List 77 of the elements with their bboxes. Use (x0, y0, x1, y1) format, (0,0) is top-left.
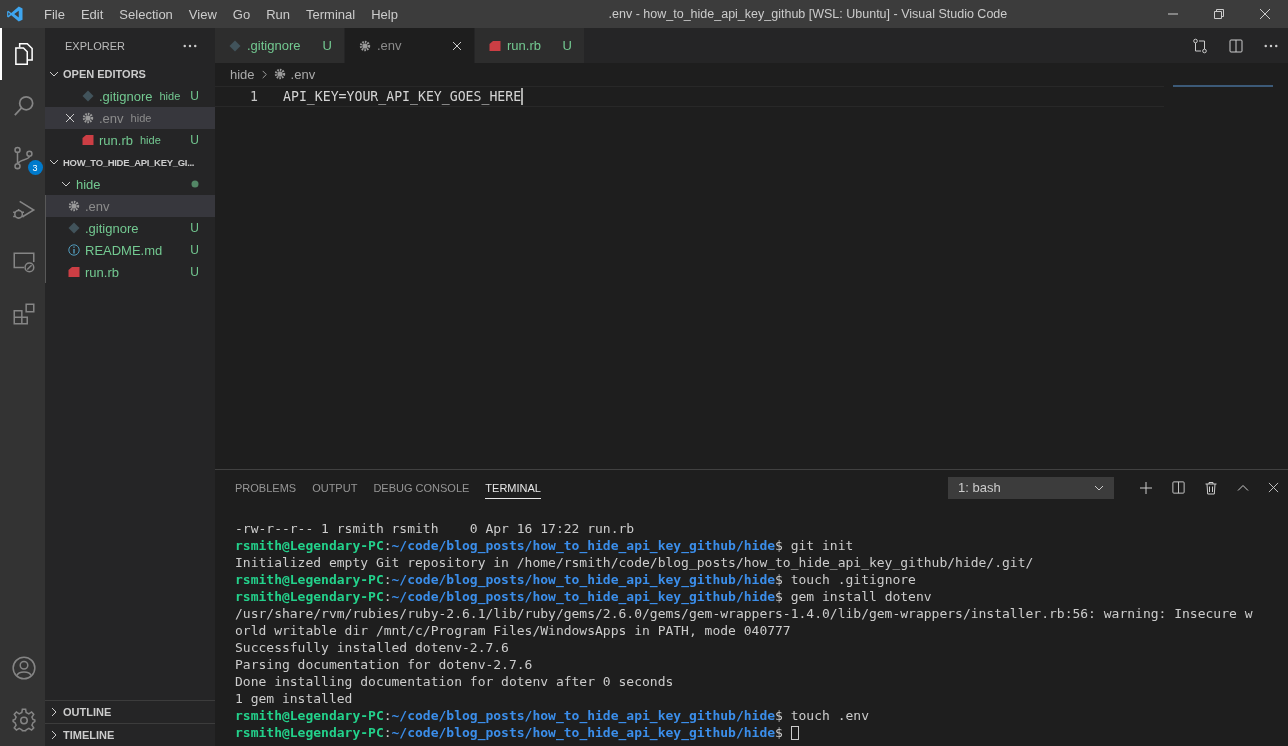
editor-tab[interactable]: run.rb U (475, 28, 585, 63)
more-actions-icon[interactable] (183, 43, 197, 48)
terminal-line: -rw-r--r-- 1 rsmith rsmith 0 Apr 16 17:22 run.rb (235, 521, 635, 536)
section-header[interactable]: TIMELINE (45, 723, 215, 746)
close-icon[interactable] (452, 40, 462, 51)
section-header[interactable]: OPEN EDITORS (45, 63, 215, 85)
explorer-entry[interactable]: README.md U (46, 239, 215, 261)
editor-tab[interactable]: .gitignore U (215, 28, 345, 63)
diamond-icon (82, 90, 94, 102)
panel-tab[interactable]: OUTPUT (312, 476, 358, 499)
panel-tab[interactable]: DEBUG CONSOLE (373, 476, 470, 499)
gear-icon (359, 39, 371, 52)
terminal-prompt-line: rsmith@Legendary-PC:~/code/blog_posts/how_to_hide_api_key_github/hide$ (235, 725, 784, 740)
close-icon[interactable] (1268, 482, 1279, 493)
line-number: 1 (249, 89, 258, 104)
open-editor-item[interactable]: .gitignore hide U (45, 85, 215, 107)
gear-icon (273, 68, 286, 80)
info-icon (68, 244, 80, 256)
terminal-line: Done installing documentation for dotenv after 0 seconds (235, 674, 674, 689)
status-dot-icon (191, 180, 199, 188)
breadcrumb-item[interactable]: hide (230, 66, 255, 82)
breadcrumb-item[interactable]: .env (290, 66, 316, 82)
terminal-prompt-line: rsmith@Legendary-PC:~/code/blog_posts/how_to_hide_api_key_github/hide$ git init (235, 538, 854, 553)
explorer-entry[interactable]: .gitignore U (46, 217, 215, 239)
terminal-prompt-line: rsmith@Legendary-PC:~/code/blog_posts/how_to_hide_api_key_github/hide$ touch .gitignore (235, 572, 916, 587)
diamond-icon (68, 222, 80, 234)
ruby-icon (489, 39, 501, 52)
window-title: .env - how_to_hide_api_key_github [WSL: Ubuntu] - Visual Studio Code (607, 7, 1009, 21)
restore-icon[interactable] (1213, 8, 1225, 20)
section-header[interactable]: OUTLINE (45, 700, 215, 723)
gear-icon (68, 200, 80, 212)
extensions-icon[interactable] (10, 301, 37, 327)
menu-item[interactable]: Run (258, 6, 298, 22)
account-icon[interactable] (10, 655, 37, 681)
diamond-icon (229, 39, 241, 52)
close-icon[interactable] (1259, 8, 1271, 20)
open-editor-item[interactable]: run.rb hide U (45, 129, 215, 151)
panel-tab[interactable]: PROBLEMS (235, 476, 297, 499)
terminal-line: orld writable dir /mnt/c/Program Files/WindowsApps in PATH, mode 040777 (235, 623, 791, 638)
explorer-entry[interactable]: .env (46, 195, 215, 217)
ruby-icon (82, 134, 94, 146)
trash-icon[interactable] (1204, 480, 1218, 495)
menu-item[interactable]: Selection (111, 6, 181, 22)
more-actions-icon[interactable] (1264, 43, 1278, 48)
settings-icon[interactable] (10, 707, 37, 733)
menu-item[interactable]: Help (363, 6, 406, 22)
menu-item[interactable]: Edit (72, 6, 112, 22)
vscode-logo-icon (6, 5, 24, 23)
menu-item[interactable]: Terminal (298, 6, 364, 22)
compare-changes-icon[interactable] (1192, 37, 1208, 54)
split-terminal-icon[interactable] (1171, 480, 1186, 495)
menu-item[interactable]: File (36, 6, 73, 22)
split-editor-icon[interactable] (1228, 37, 1244, 54)
editor-tab[interactable]: .env (345, 28, 475, 63)
ruby-icon (68, 266, 80, 278)
terminal-line: Parsing documentation for dotenv-2.7.6 (235, 657, 533, 672)
terminal-prompt-line: rsmith@Legendary-PC:~/code/blog_posts/how_to_hide_api_key_github/hide$ gem install dotenv (235, 589, 932, 604)
terminal-line: 1 gem installed (235, 691, 353, 706)
terminal-dropdown[interactable]: 1: bash (948, 476, 1114, 499)
count-badge: 3 (27, 160, 43, 175)
folder-item[interactable]: hide (45, 173, 215, 195)
terminal-line: Initialized empty Git repository in /home/rsmith/code/blog_posts/how_to_hide_api_key_github/hide/.git/ (235, 555, 1034, 570)
explorer-entry[interactable]: run.rb U (46, 261, 215, 283)
plus-icon[interactable] (1139, 480, 1153, 495)
chevron-icon (259, 69, 269, 79)
terminal-line: Successfully installed dotenv-2.7.6 (235, 640, 509, 655)
code-line: API_KEY=YOUR_API_KEY_GOES_HERE (283, 89, 522, 104)
terminal-line: /usr/share/rvm/rubies/ruby-2.6.1/lib/ruby/gems/2.6.0/gems/gem-wrappers-1.4.0/lib/gem-wrappers/installer.rb:56: warning: Insecure w (235, 606, 1253, 621)
menu-item[interactable]: View (180, 6, 225, 22)
section-header[interactable]: HOW_TO_HIDE_API_KEY_GI... (45, 151, 215, 173)
panel-tab[interactable]: TERMINAL (485, 476, 541, 499)
open-editor-item[interactable]: .env hide (45, 107, 215, 129)
menu-item[interactable]: Go (224, 6, 259, 22)
sidebar-title: EXPLORER (65, 39, 125, 52)
gear-icon (82, 112, 94, 124)
close-icon[interactable] (65, 113, 75, 123)
terminal-prompt-line: rsmith@Legendary-PC:~/code/blog_posts/how_to_hide_api_key_github/hide$ touch .env (235, 708, 869, 723)
